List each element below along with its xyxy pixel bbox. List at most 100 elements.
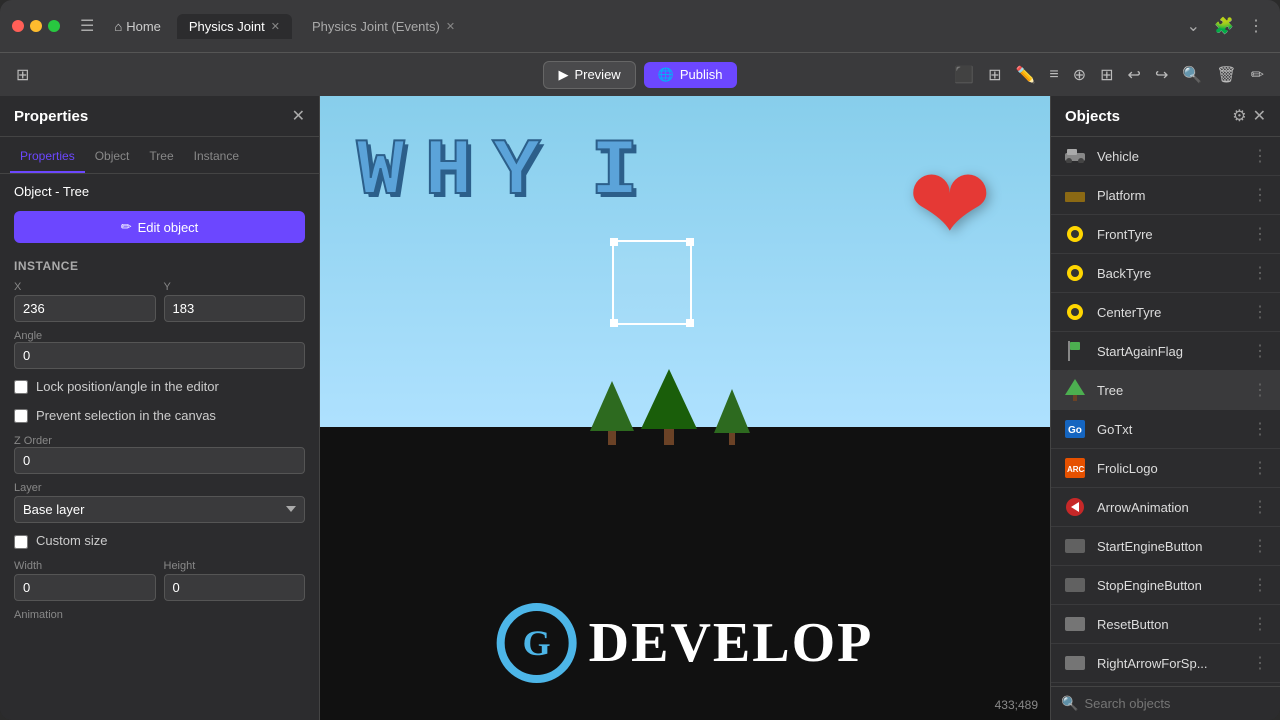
fronttyre-menu-icon[interactable]: ⋮ — [1252, 224, 1268, 244]
edit-object-button[interactable]: ✏ Edit object — [14, 211, 305, 243]
list-item[interactable]: StopEngineButton ⋮ — [1051, 566, 1280, 605]
redo-icon[interactable]: ↪ — [1151, 63, 1172, 87]
pixel-text-y: Y — [493, 127, 541, 218]
width-input[interactable] — [14, 574, 156, 601]
vehicle-menu-icon[interactable]: ⋮ — [1252, 146, 1268, 166]
right-panel-header: Objects ⚙ ✕ — [1051, 96, 1280, 137]
height-input[interactable] — [164, 574, 306, 601]
tab-properties[interactable]: Properties — [10, 145, 85, 173]
develop-text: DEVELOP — [589, 611, 874, 675]
more-icon[interactable]: ⋮ — [1244, 14, 1268, 38]
close-objects-icon[interactable]: ✕ — [1253, 106, 1266, 126]
filter-icon[interactable]: ⚙ — [1232, 106, 1246, 126]
backtyre-menu-icon[interactable]: ⋮ — [1252, 263, 1268, 283]
pencil-icon: ✏ — [121, 219, 132, 235]
x-input[interactable] — [14, 295, 156, 322]
layout-icon[interactable]: ⊞ — [12, 63, 33, 87]
publish-button[interactable]: 🌐 Publish — [644, 62, 737, 88]
layer-select[interactable]: Base layer — [14, 496, 305, 523]
undo-icon[interactable]: ↩ — [1124, 63, 1145, 87]
layers-icon[interactable]: ≡ — [1045, 64, 1062, 86]
gotxt-menu-icon[interactable]: ⋮ — [1252, 419, 1268, 439]
list-item[interactable]: RightArrowForSp... ⋮ — [1051, 644, 1280, 683]
list-item[interactable]: ArrowAnimation ⋮ — [1051, 488, 1280, 527]
zorder-field: Z Order — [0, 431, 319, 478]
cube-icon[interactable]: ⬛ — [950, 63, 978, 87]
toolbar: ⊞ ▶ Preview 🌐 Publish ⬛ ⊞ ✏️ ≡ ⊕ ⊞ ↩ ↪ 🔍… — [0, 52, 1280, 96]
startenginebutton-name: StartEngineButton — [1097, 539, 1252, 554]
tree-menu-icon[interactable]: ⋮ — [1252, 380, 1268, 400]
list-item[interactable]: Platform ⋮ — [1051, 176, 1280, 215]
tab-physics-joint-events[interactable]: Physics Joint (Events) ✕ — [300, 14, 467, 39]
play-icon: ▶ — [558, 67, 568, 83]
list-item[interactable]: FrontTyre ⋮ — [1051, 215, 1280, 254]
svg-text:Go: Go — [1068, 425, 1082, 436]
tab-physics-joint[interactable]: Physics Joint ✕ — [177, 14, 292, 39]
custom-size-checkbox[interactable] — [14, 535, 28, 549]
panel-icons: ⚙ ✕ — [1232, 106, 1266, 126]
canvas-area[interactable]: W H Y I ❤ — [320, 96, 1050, 720]
grid-icon[interactable]: ⊕ — [1069, 63, 1090, 87]
zoom-icon[interactable]: 🔍 — [1178, 63, 1206, 87]
search-input[interactable] — [1084, 696, 1270, 711]
resetbutton-name: ResetButton — [1097, 617, 1252, 632]
prevent-selection-label: Prevent selection in the canvas — [36, 408, 216, 425]
custom-size-label: Custom size — [36, 533, 108, 550]
maximize-button[interactable] — [48, 20, 60, 32]
stopenginebutton-menu-icon[interactable]: ⋮ — [1252, 575, 1268, 595]
minimize-button[interactable] — [30, 20, 42, 32]
froliclogo-icon: ARCS — [1063, 456, 1087, 480]
rightarrow-menu-icon[interactable]: ⋮ — [1252, 653, 1268, 673]
arrowanimation-menu-icon[interactable]: ⋮ — [1252, 497, 1268, 517]
tree-name: Tree — [1097, 383, 1252, 398]
pencil-icon[interactable]: ✏️ — [1011, 63, 1039, 87]
list-item[interactable]: BackTyre ⋮ — [1051, 254, 1280, 293]
y-input[interactable] — [164, 295, 306, 322]
handle-bl — [610, 319, 618, 327]
preview-button[interactable]: ▶ Preview — [543, 61, 635, 89]
extensions-icon[interactable]: 🧩 — [1210, 14, 1238, 38]
edit-icon[interactable]: ✏ — [1247, 63, 1268, 87]
angle-input[interactable] — [14, 342, 305, 369]
height-field: Height — [164, 560, 306, 601]
tab-instance[interactable]: Instance — [184, 145, 249, 173]
chevron-down-icon[interactable]: ⌄ — [1183, 14, 1204, 38]
zorder-input[interactable] — [14, 447, 305, 474]
prevent-selection-row: Prevent selection in the canvas — [0, 402, 319, 431]
centertyre-menu-icon[interactable]: ⋮ — [1252, 302, 1268, 322]
list-item[interactable]: Go GoTxt ⋮ — [1051, 410, 1280, 449]
list-item[interactable]: StartAgainFlag ⋮ — [1051, 332, 1280, 371]
startenginebutton-menu-icon[interactable]: ⋮ — [1252, 536, 1268, 556]
animation-field: Animation — [0, 605, 319, 625]
tab-close-icon[interactable]: ✕ — [446, 20, 455, 33]
home-tab[interactable]: ⌂ Home — [106, 15, 169, 38]
tab-close-icon[interactable]: ✕ — [271, 20, 280, 33]
froliclogo-menu-icon[interactable]: ⋮ — [1252, 458, 1268, 478]
search-icon: 🔍 — [1061, 695, 1078, 712]
traffic-lights — [12, 20, 60, 32]
list-item[interactable]: CenterTyre ⋮ — [1051, 293, 1280, 332]
group-icon[interactable]: ⊞ — [984, 63, 1005, 87]
home-icon: ⌂ — [114, 19, 122, 34]
grid2-icon[interactable]: ⊞ — [1096, 63, 1117, 87]
tab-object[interactable]: Object — [85, 145, 140, 173]
objects-panel: Objects ⚙ ✕ Vehicle ⋮ — [1050, 96, 1280, 720]
tab-tree[interactable]: Tree — [139, 145, 183, 173]
centertyre-icon — [1063, 300, 1087, 324]
arrowanimation-icon — [1063, 495, 1087, 519]
prevent-selection-checkbox[interactable] — [14, 409, 28, 423]
list-item[interactable]: ResetButton ⋮ — [1051, 605, 1280, 644]
delete-icon[interactable]: 🗑 — [1212, 63, 1240, 87]
list-item[interactable]: Tree ⋮ — [1051, 371, 1280, 410]
list-item[interactable]: Vehicle ⋮ — [1051, 137, 1280, 176]
close-button[interactable] — [12, 20, 24, 32]
startagainflag-menu-icon[interactable]: ⋮ — [1252, 341, 1268, 361]
panel-close-icon[interactable]: ✕ — [292, 106, 305, 126]
list-item[interactable]: StartEngineButton ⋮ — [1051, 527, 1280, 566]
x-label: X — [14, 281, 156, 293]
lock-position-checkbox[interactable] — [14, 380, 28, 394]
list-item[interactable]: ARCS FrolicLogo ⋮ — [1051, 449, 1280, 488]
platform-menu-icon[interactable]: ⋮ — [1252, 185, 1268, 205]
menu-icon[interactable]: ☰ — [76, 14, 98, 38]
resetbutton-menu-icon[interactable]: ⋮ — [1252, 614, 1268, 634]
